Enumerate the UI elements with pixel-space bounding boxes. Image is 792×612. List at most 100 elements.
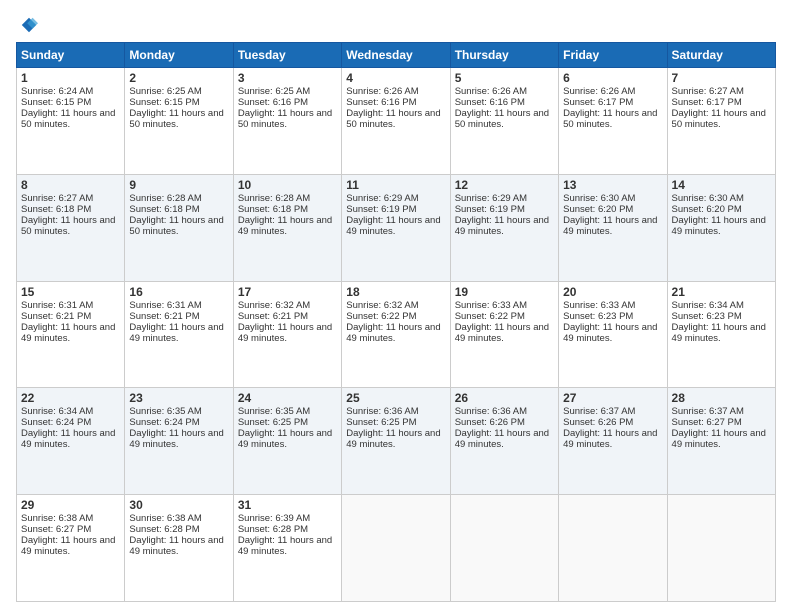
calendar-cell: 4 Sunrise: 6:26 AM Sunset: 6:16 PM Dayli… [342,68,450,175]
sunset-label: Sunset: 6:23 PM [672,311,742,322]
sunrise-label: Sunrise: 6:31 AM [129,300,201,311]
daylight-label: Daylight: 11 hours and 50 minutes. [672,108,766,130]
sunset-label: Sunset: 6:28 PM [129,524,199,535]
day-number: 14 [672,178,771,192]
sunrise-label: Sunrise: 6:32 AM [238,300,310,311]
sunrise-label: Sunrise: 6:33 AM [455,300,527,311]
sunrise-label: Sunrise: 6:38 AM [129,513,201,524]
daylight-label: Daylight: 11 hours and 50 minutes. [21,108,115,130]
daylight-label: Daylight: 11 hours and 49 minutes. [238,322,332,344]
daylight-label: Daylight: 11 hours and 49 minutes. [346,428,440,450]
calendar-cell: 3 Sunrise: 6:25 AM Sunset: 6:16 PM Dayli… [233,68,341,175]
calendar-cell: 24 Sunrise: 6:35 AM Sunset: 6:25 PM Dayl… [233,388,341,495]
sunrise-label: Sunrise: 6:36 AM [346,406,418,417]
sunrise-label: Sunrise: 6:31 AM [21,300,93,311]
calendar-cell: 8 Sunrise: 6:27 AM Sunset: 6:18 PM Dayli… [17,174,125,281]
daylight-label: Daylight: 11 hours and 50 minutes. [21,215,115,237]
sunset-label: Sunset: 6:15 PM [129,97,199,108]
daylight-label: Daylight: 11 hours and 49 minutes. [238,215,332,237]
calendar-cell: 17 Sunrise: 6:32 AM Sunset: 6:21 PM Dayl… [233,281,341,388]
sunrise-label: Sunrise: 6:37 AM [563,406,635,417]
calendar-day-header: Saturday [667,43,775,68]
daylight-label: Daylight: 11 hours and 49 minutes. [238,428,332,450]
calendar-cell [559,495,667,602]
calendar-cell [450,495,558,602]
sunrise-label: Sunrise: 6:26 AM [455,86,527,97]
calendar-cell: 10 Sunrise: 6:28 AM Sunset: 6:18 PM Dayl… [233,174,341,281]
logo-icon [20,16,38,34]
sunrise-label: Sunrise: 6:34 AM [672,300,744,311]
sunset-label: Sunset: 6:21 PM [238,311,308,322]
sunrise-label: Sunrise: 6:37 AM [672,406,744,417]
calendar-cell: 28 Sunrise: 6:37 AM Sunset: 6:27 PM Dayl… [667,388,775,495]
day-number: 19 [455,285,554,299]
sunrise-label: Sunrise: 6:27 AM [672,86,744,97]
daylight-label: Daylight: 11 hours and 49 minutes. [129,428,223,450]
daylight-label: Daylight: 11 hours and 49 minutes. [672,428,766,450]
day-number: 1 [21,71,120,85]
calendar-week-row: 15 Sunrise: 6:31 AM Sunset: 6:21 PM Dayl… [17,281,776,388]
sunset-label: Sunset: 6:22 PM [455,311,525,322]
day-number: 5 [455,71,554,85]
calendar-cell: 22 Sunrise: 6:34 AM Sunset: 6:24 PM Dayl… [17,388,125,495]
sunrise-label: Sunrise: 6:35 AM [129,406,201,417]
day-number: 21 [672,285,771,299]
calendar-cell: 30 Sunrise: 6:38 AM Sunset: 6:28 PM Dayl… [125,495,233,602]
day-number: 8 [21,178,120,192]
sunset-label: Sunset: 6:24 PM [21,417,91,428]
calendar-table: SundayMondayTuesdayWednesdayThursdayFrid… [16,42,776,602]
calendar-cell: 18 Sunrise: 6:32 AM Sunset: 6:22 PM Dayl… [342,281,450,388]
sunset-label: Sunset: 6:15 PM [21,97,91,108]
calendar-cell: 13 Sunrise: 6:30 AM Sunset: 6:20 PM Dayl… [559,174,667,281]
day-number: 22 [21,391,120,405]
sunset-label: Sunset: 6:23 PM [563,311,633,322]
sunset-label: Sunset: 6:20 PM [672,204,742,215]
day-number: 31 [238,498,337,512]
daylight-label: Daylight: 11 hours and 49 minutes. [563,215,657,237]
sunrise-label: Sunrise: 6:26 AM [563,86,635,97]
calendar-cell: 5 Sunrise: 6:26 AM Sunset: 6:16 PM Dayli… [450,68,558,175]
calendar-body: 1 Sunrise: 6:24 AM Sunset: 6:15 PM Dayli… [17,68,776,602]
day-number: 28 [672,391,771,405]
logo [16,16,38,34]
calendar-week-row: 8 Sunrise: 6:27 AM Sunset: 6:18 PM Dayli… [17,174,776,281]
calendar-cell [667,495,775,602]
sunset-label: Sunset: 6:18 PM [238,204,308,215]
page: SundayMondayTuesdayWednesdayThursdayFrid… [0,0,792,612]
day-number: 7 [672,71,771,85]
sunset-label: Sunset: 6:26 PM [563,417,633,428]
sunrise-label: Sunrise: 6:29 AM [455,193,527,204]
day-number: 17 [238,285,337,299]
sunset-label: Sunset: 6:18 PM [21,204,91,215]
day-number: 24 [238,391,337,405]
day-number: 3 [238,71,337,85]
sunset-label: Sunset: 6:27 PM [21,524,91,535]
calendar-cell: 29 Sunrise: 6:38 AM Sunset: 6:27 PM Dayl… [17,495,125,602]
sunrise-label: Sunrise: 6:24 AM [21,86,93,97]
sunrise-label: Sunrise: 6:34 AM [21,406,93,417]
daylight-label: Daylight: 11 hours and 49 minutes. [21,535,115,557]
daylight-label: Daylight: 11 hours and 49 minutes. [455,322,549,344]
daylight-label: Daylight: 11 hours and 49 minutes. [238,535,332,557]
sunrise-label: Sunrise: 6:33 AM [563,300,635,311]
day-number: 25 [346,391,445,405]
day-number: 10 [238,178,337,192]
sunrise-label: Sunrise: 6:35 AM [238,406,310,417]
sunrise-label: Sunrise: 6:30 AM [563,193,635,204]
calendar-week-row: 29 Sunrise: 6:38 AM Sunset: 6:27 PM Dayl… [17,495,776,602]
sunset-label: Sunset: 6:25 PM [346,417,416,428]
sunset-label: Sunset: 6:16 PM [238,97,308,108]
header [16,16,776,34]
calendar-week-row: 22 Sunrise: 6:34 AM Sunset: 6:24 PM Dayl… [17,388,776,495]
sunset-label: Sunset: 6:21 PM [129,311,199,322]
sunrise-label: Sunrise: 6:25 AM [238,86,310,97]
sunset-label: Sunset: 6:17 PM [563,97,633,108]
sunset-label: Sunset: 6:21 PM [21,311,91,322]
daylight-label: Daylight: 11 hours and 49 minutes. [129,535,223,557]
calendar-cell: 11 Sunrise: 6:29 AM Sunset: 6:19 PM Dayl… [342,174,450,281]
sunset-label: Sunset: 6:17 PM [672,97,742,108]
day-number: 16 [129,285,228,299]
calendar-cell: 2 Sunrise: 6:25 AM Sunset: 6:15 PM Dayli… [125,68,233,175]
calendar-week-row: 1 Sunrise: 6:24 AM Sunset: 6:15 PM Dayli… [17,68,776,175]
day-number: 27 [563,391,662,405]
